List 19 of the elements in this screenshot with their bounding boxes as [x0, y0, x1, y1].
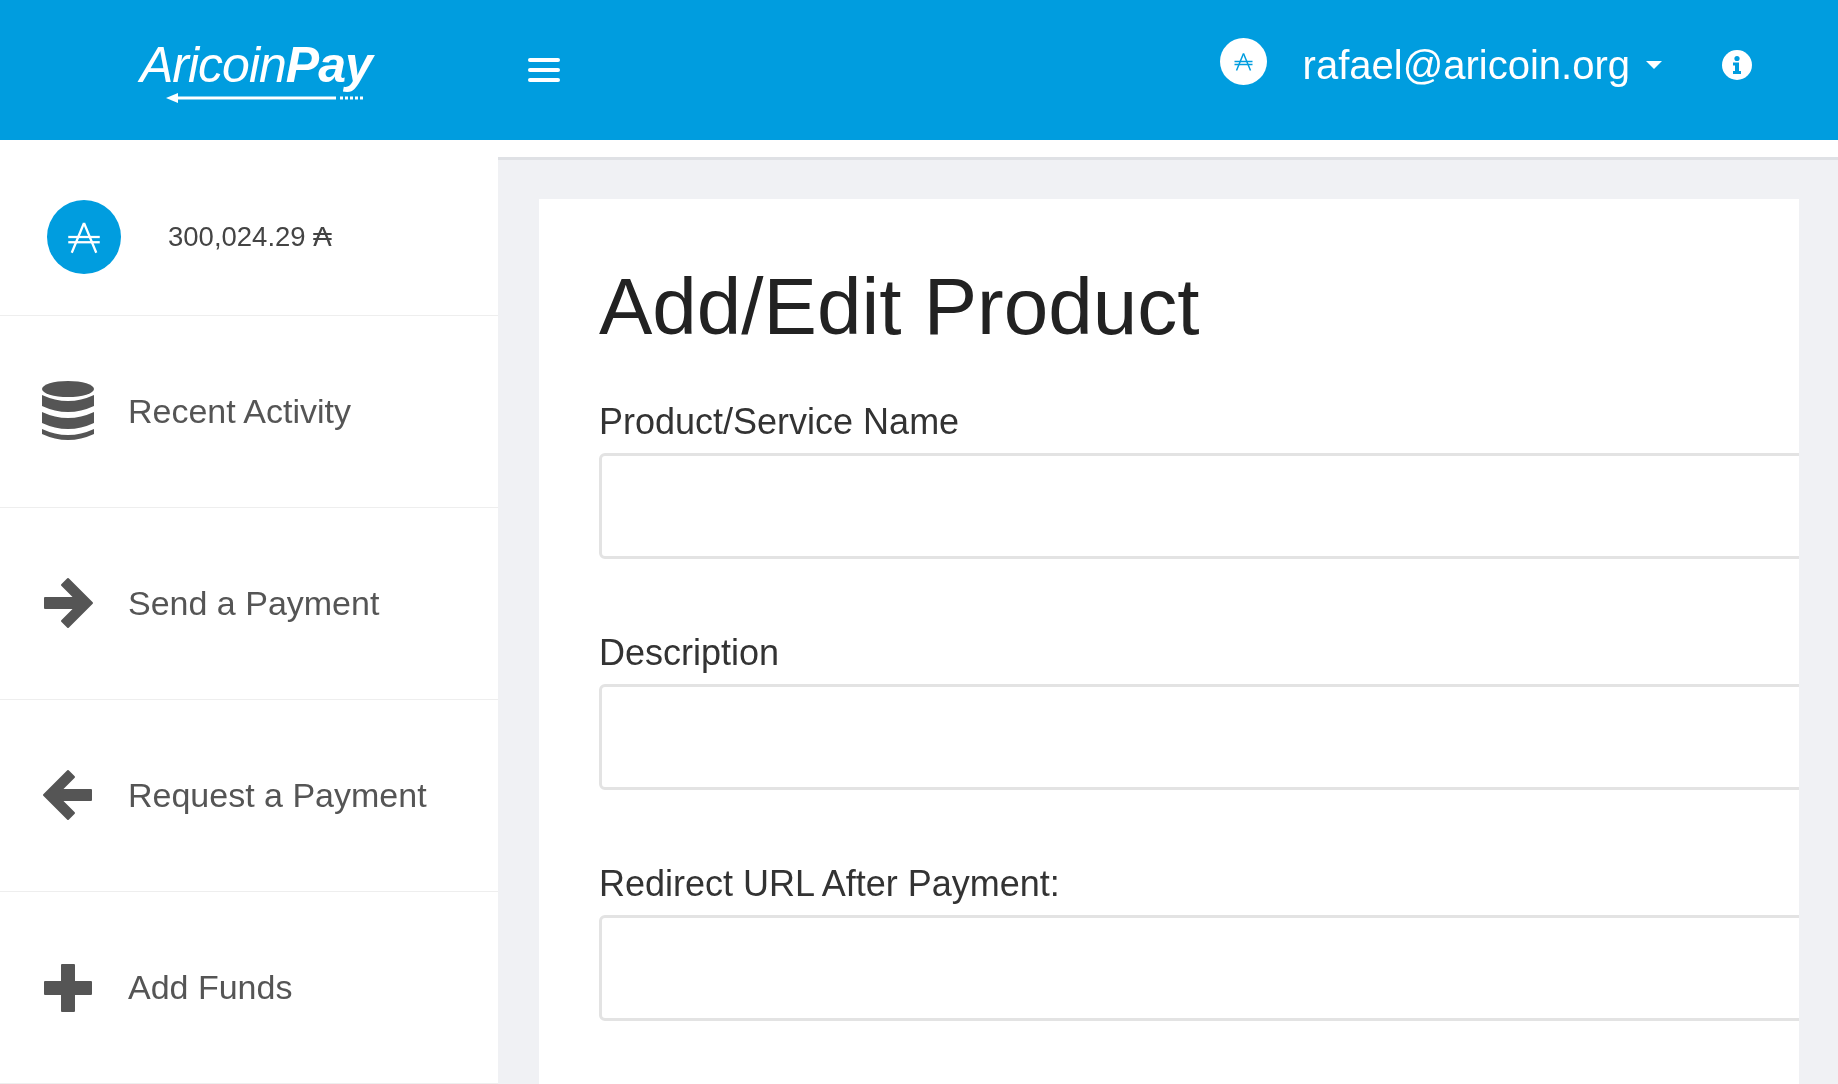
- field-label: Description: [599, 632, 781, 674]
- input-field[interactable]: [599, 453, 1799, 559]
- caret-icon: [1646, 60, 1662, 70]
- field-label: Redirect URL After Payment:: [599, 863, 1061, 905]
- arrow-right-icon: [41, 576, 95, 631]
- coin-icon: [47, 200, 121, 275]
- arrow-left-icon: [41, 768, 95, 823]
- sidebar-item[interactable]: Recent Activity: [0, 315, 498, 508]
- database-icon: [41, 380, 95, 443]
- menu-icon[interactable]: [526, 56, 561, 84]
- field-label: Product/Service Name: [599, 401, 961, 443]
- sidebar-item[interactable]: Add Funds: [0, 892, 498, 1084]
- page-title: Add/Edit Product: [599, 267, 1201, 347]
- input-field[interactable]: [599, 684, 1799, 790]
- info-icon[interactable]: [1722, 50, 1752, 80]
- input-field[interactable]: [599, 915, 1799, 1021]
- coin-avatar-icon: [1219, 37, 1267, 85]
- plus-icon: [43, 962, 93, 1013]
- balance-amount: 300,024.29 ₳: [168, 221, 332, 254]
